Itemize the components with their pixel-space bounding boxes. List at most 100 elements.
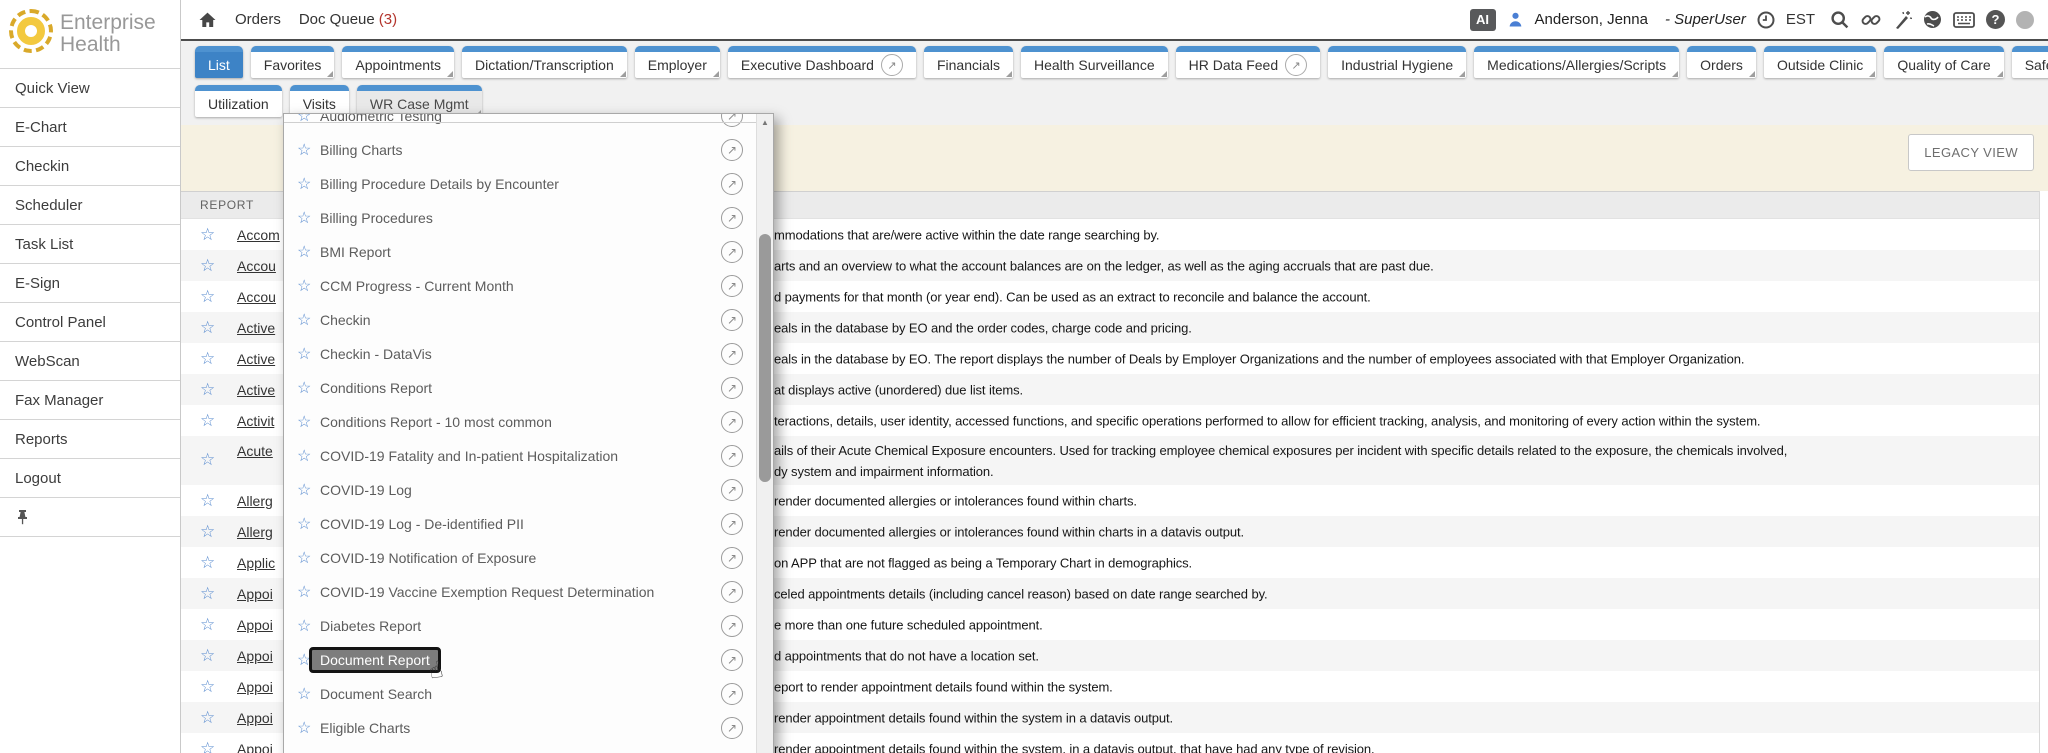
module-tab[interactable]: Appointments [342,46,454,78]
report-link[interactable]: Appoi [237,710,282,726]
sidebar-item[interactable]: Control Panel [0,302,180,341]
menu-item[interactable]: ☆ COVID-19 Log - De-identified PII ↗ [284,507,756,541]
favorite-star-icon[interactable]: ☆ [297,446,320,466]
help-icon[interactable]: ? [1986,10,2005,29]
open-in-new-window-icon[interactable]: ↗ [721,717,743,739]
favorite-star-icon[interactable]: ☆ [200,380,215,400]
menu-item[interactable]: ☆ COVID-19 Notification of Exposure ↗ [284,541,756,575]
favorite-star-icon[interactable]: ☆ [297,616,320,636]
module-tab[interactable]: Outside Clinic [1764,46,1876,78]
menu-item[interactable]: ☆ Billing Procedures ↗ [284,201,756,235]
report-link[interactable]: Accom [237,227,282,243]
open-in-new-window-icon[interactable]: ↗ [721,479,743,501]
report-link[interactable]: Appoi [237,741,282,753]
report-link[interactable]: Allerg [237,493,282,509]
favorite-star-icon[interactable]: ☆ [297,480,320,500]
favorite-star-icon[interactable]: ☆ [200,584,215,604]
menu-item[interactable]: ☆ Checkin - DataVis ↗ [284,337,756,371]
doc-queue-link[interactable]: Doc Queue(3) [299,11,397,28]
clock-icon[interactable] [1757,11,1775,29]
open-in-new-window-icon[interactable]: ↗ [721,649,743,671]
sidebar-item[interactable]: Task List [0,224,180,263]
module-tab[interactable]: Medications/Allergies/Scripts [1474,46,1679,78]
open-in-new-window-icon[interactable]: ↗ [721,139,743,161]
favorite-star-icon[interactable]: ☆ [200,256,215,276]
report-link[interactable]: Appoi [237,648,282,664]
menu-item[interactable]: ☆ Billing Procedure Details by Encounter… [284,167,756,201]
open-in-new-window-icon[interactable]: ↗ [721,377,743,399]
sidebar-pin-button[interactable] [0,497,180,537]
sidebar-item[interactable]: Logout [0,458,180,497]
report-link[interactable]: Applic [237,555,282,571]
report-link[interactable]: Active [237,382,282,398]
open-in-new-window-icon[interactable]: ↗ [721,173,743,195]
report-link[interactable]: Allerg [237,524,282,540]
globe-icon[interactable] [1923,10,1942,29]
menu-item[interactable]: ☆ Checkin ↗ [284,303,756,337]
favorite-star-icon[interactable]: ☆ [297,174,320,194]
favorite-star-icon[interactable]: ☆ [297,548,320,568]
sidebar-item[interactable]: WebScan [0,341,180,380]
menu-item[interactable]: ☆ Audiometric Testing ↗ [284,114,756,133]
report-link[interactable]: Appoi [237,617,282,633]
report-link[interactable]: Appoi [237,586,282,602]
wand-icon[interactable] [1892,10,1912,30]
menu-item[interactable]: ☆ COVID-19 Fatality and In-patient Hospi… [284,439,756,473]
favorite-star-icon[interactable]: ☆ [297,412,320,432]
module-tab[interactable]: Quality of Care [1884,46,2003,78]
open-in-new-window-icon[interactable]: ↗ [721,207,743,229]
scrollbar-thumb[interactable] [759,234,771,482]
legacy-view-button[interactable]: LEGACY VIEW [1908,134,2034,171]
link-icon[interactable] [1861,10,1881,30]
open-in-new-window-icon[interactable]: ↗ [721,114,743,127]
favorite-star-icon[interactable]: ☆ [200,553,215,573]
favorite-star-icon[interactable]: ☆ [297,114,320,126]
menu-item[interactable]: ☆ Billing Charts ↗ [284,133,756,167]
sidebar-item[interactable]: Fax Manager [0,380,180,419]
external-link-icon[interactable]: ↗ [881,54,903,76]
module-tab[interactable]: Utilization [195,85,282,117]
menu-item[interactable]: ☆ Conditions Report ↗ [284,371,756,405]
open-in-new-window-icon[interactable]: ↗ [721,241,743,263]
scrollbar-up-arrow[interactable]: ▲ [757,114,773,130]
favorite-star-icon[interactable]: ☆ [200,318,215,338]
report-link[interactable]: Accou [237,258,282,274]
sidebar-item[interactable]: Checkin [0,146,180,185]
open-in-new-window-icon[interactable]: ↗ [721,683,743,705]
search-icon[interactable] [1830,10,1850,30]
open-in-new-window-icon[interactable]: ↗ [721,615,743,637]
menu-scrollbar[interactable]: ▲ [756,114,773,753]
menu-item[interactable]: ☆ CCM Progress - Current Month ↗ [284,269,756,303]
report-link[interactable]: Active [237,351,282,367]
favorite-star-icon[interactable]: ☆ [297,718,320,738]
favorite-star-icon[interactable]: ☆ [200,708,215,728]
menu-item[interactable]: ☆ Document Report ↗ [284,643,756,677]
module-tab[interactable]: Financials [924,46,1013,78]
open-in-new-window-icon[interactable]: ↗ [721,275,743,297]
external-link-icon[interactable]: ↗ [1285,54,1307,76]
module-tab[interactable]: Executive Dashboard ↗ [728,46,916,78]
favorite-star-icon[interactable]: ☆ [297,276,320,296]
report-link[interactable]: Active [237,320,282,336]
favorite-star-icon[interactable]: ☆ [200,739,215,753]
module-tab[interactable]: Dictation/Transcription [462,46,627,78]
favorite-star-icon[interactable]: ☆ [200,615,215,635]
favorite-star-icon[interactable]: ☆ [297,582,320,602]
menu-item[interactable]: ☆ Document Search ↗ [284,677,756,711]
report-link[interactable]: Acute [237,443,282,459]
module-tab[interactable]: Orders [1687,46,1756,78]
home-icon[interactable] [198,11,217,28]
module-tab[interactable]: List [195,46,243,78]
favorite-star-icon[interactable]: ☆ [200,450,215,470]
sidebar-item[interactable]: Quick View [0,68,180,107]
favorite-star-icon[interactable]: ☆ [200,677,215,697]
open-in-new-window-icon[interactable]: ↗ [721,309,743,331]
favorite-star-icon[interactable]: ☆ [297,310,320,330]
module-tab[interactable]: Industrial Hygiene [1328,46,1466,78]
favorite-star-icon[interactable]: ☆ [297,378,320,398]
report-link[interactable]: Appoi [237,679,282,695]
favorite-star-icon[interactable]: ☆ [200,491,215,511]
user-name[interactable]: Anderson, Jenna [1535,11,1648,28]
sidebar-item[interactable]: Reports [0,419,180,458]
report-link[interactable]: Activit [237,413,282,429]
